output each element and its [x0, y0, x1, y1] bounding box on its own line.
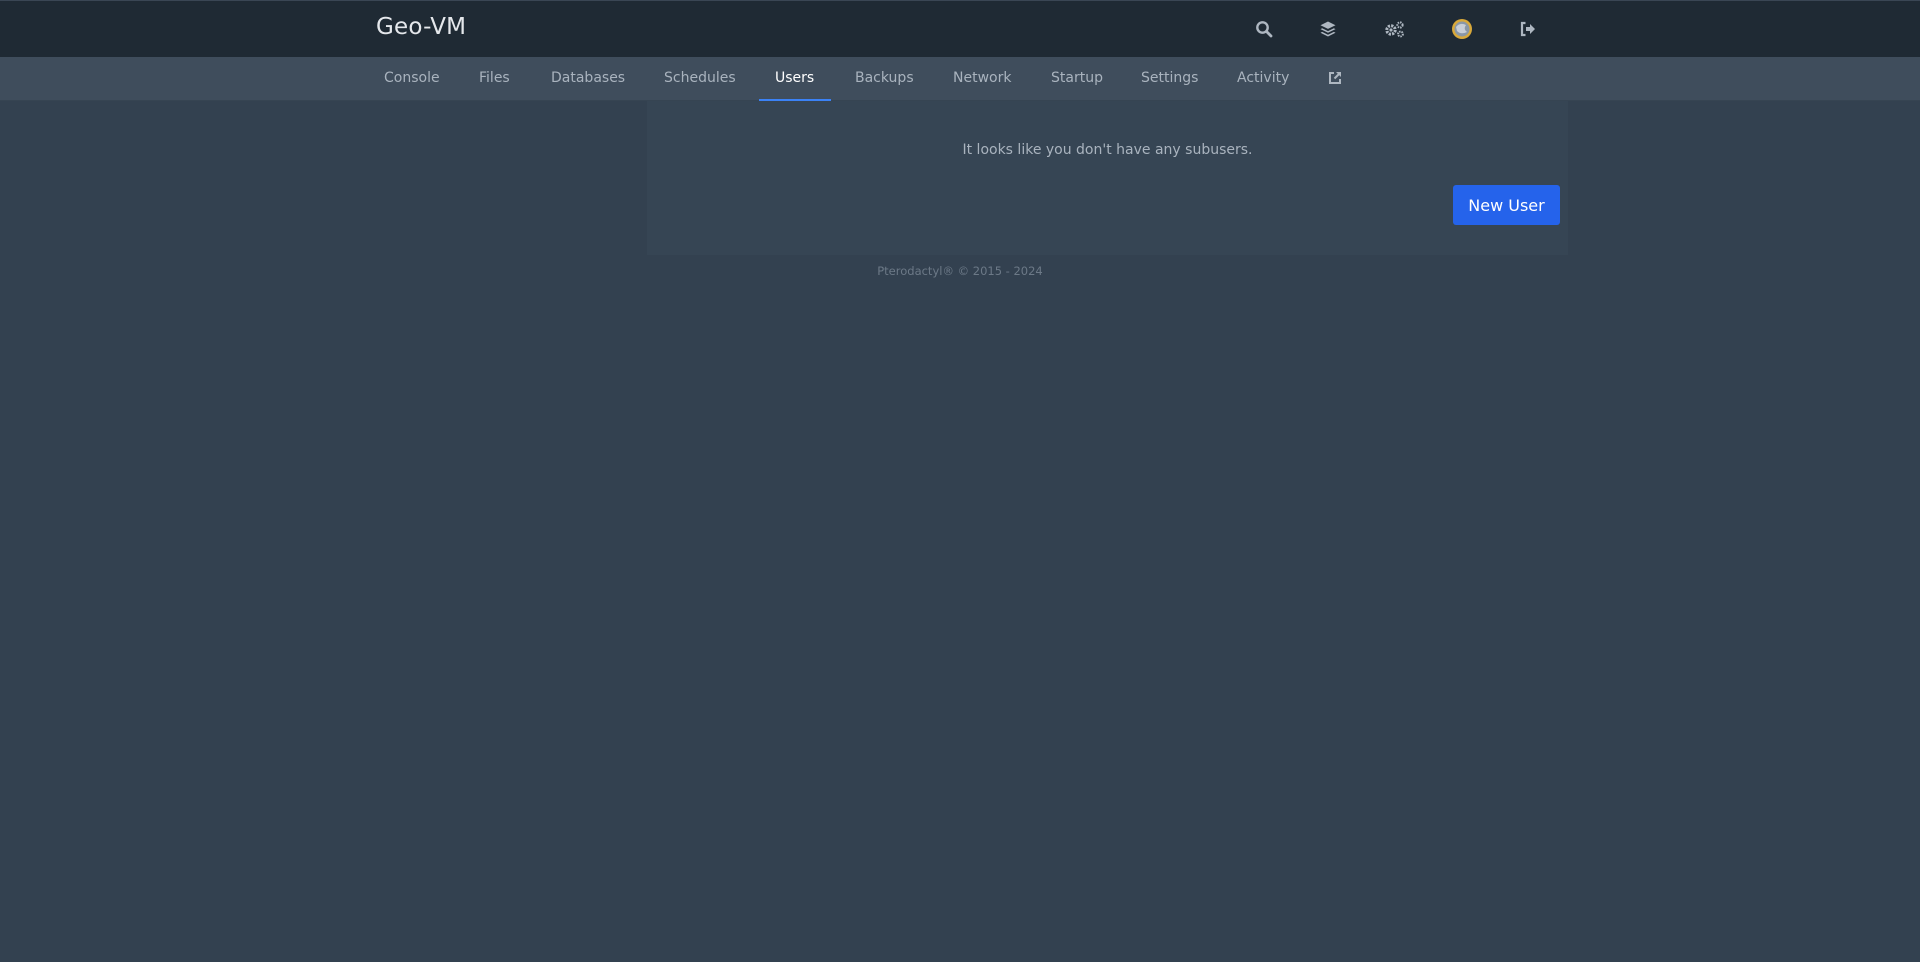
tab-activity[interactable]: Activity	[1237, 57, 1289, 101]
tab-databases[interactable]: Databases	[551, 57, 625, 101]
tab-startup[interactable]: Startup	[1051, 57, 1103, 101]
search-icon[interactable]	[1252, 17, 1276, 41]
layers-icon[interactable]	[1316, 17, 1340, 41]
tab-console[interactable]: Console	[384, 57, 440, 101]
external-link-icon[interactable]	[1327, 70, 1343, 88]
avatar[interactable]	[1450, 17, 1474, 41]
new-user-button[interactable]: New User	[1453, 185, 1560, 225]
subusers-panel: It looks like you don't have any subuser…	[647, 101, 1568, 255]
tab-files[interactable]: Files	[479, 57, 510, 101]
footer-copyright[interactable]: Pterodactyl® © 2015 - 2024	[0, 264, 1920, 278]
empty-subusers-message: It looks like you don't have any subuser…	[962, 142, 1253, 158]
tab-backups[interactable]: Backups	[855, 57, 914, 101]
tab-network[interactable]: Network	[953, 57, 1011, 101]
tab-users[interactable]: Users	[775, 57, 814, 101]
tab-settings[interactable]: Settings	[1141, 57, 1198, 101]
server-nav: Console Files Databases Schedules Users …	[0, 57, 1920, 101]
cogs-icon[interactable]	[1382, 17, 1406, 41]
top-bar: Geo-VM	[0, 0, 1920, 57]
tab-schedules[interactable]: Schedules	[664, 57, 736, 101]
app-title[interactable]: Geo-VM	[376, 14, 466, 40]
sign-out-icon[interactable]	[1516, 17, 1540, 41]
